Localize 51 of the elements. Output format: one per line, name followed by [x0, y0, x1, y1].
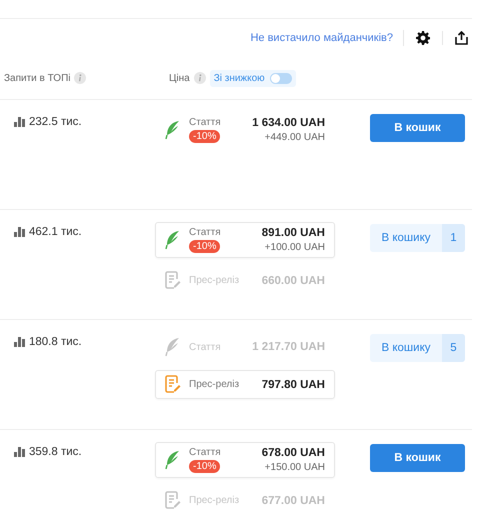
- add-to-cart-button[interactable]: В кошик: [370, 114, 465, 142]
- in-cart-button[interactable]: В кошику 1: [370, 224, 465, 252]
- offer-type-label: Стаття: [189, 117, 221, 128]
- discount-badge: -10%: [189, 460, 220, 473]
- document-pencil-icon: [165, 491, 181, 510]
- info-icon[interactable]: [74, 72, 86, 84]
- price-text: 797.80 UAH: [262, 378, 325, 390]
- discount-badge: -10%: [189, 240, 220, 253]
- queries-count: 180.8 тис.: [29, 336, 82, 348]
- document-pencil-icon: [165, 271, 181, 290]
- price-text: 891.00 UAH: [262, 227, 325, 239]
- bar-chart-icon: [14, 117, 26, 127]
- extra-price-text: +100.00 UAH: [264, 242, 325, 253]
- offer-type-label: Прес-реліз: [189, 495, 240, 506]
- offer-type-label: Прес-реліз: [189, 379, 240, 390]
- extra-price-text: +449.00 UAH: [264, 132, 325, 143]
- discount-badge: -10%: [189, 130, 220, 143]
- feather-icon: [165, 337, 181, 357]
- feather-icon: [165, 120, 181, 140]
- bar-chart-icon: [14, 227, 26, 237]
- price-text: 1 217.70 UAH: [252, 341, 325, 353]
- price-text: 677.00 UAH: [262, 494, 325, 506]
- offer-card[interactable]: Прес-реліз 797.80 UAH: [155, 370, 335, 399]
- bar-chart-icon: [14, 447, 26, 457]
- info-icon[interactable]: [194, 72, 206, 84]
- feather-icon: [165, 230, 181, 250]
- document-pencil-icon: [165, 375, 181, 394]
- queries-count: 359.8 тис.: [29, 446, 82, 458]
- add-to-cart-button[interactable]: В кошик: [370, 444, 465, 472]
- toggle-label: Зі знижкою: [214, 72, 265, 84]
- price-text: 660.00 UAH: [262, 274, 325, 286]
- offer-type-label: Стаття: [189, 227, 221, 238]
- extra-price-text: +150.00 UAH: [264, 462, 325, 473]
- offer-card[interactable]: Стаття -10% 678.00 UAH +150.00 UAH: [155, 442, 335, 478]
- bar-chart-icon: [14, 337, 26, 347]
- offer-type-label: Стаття: [189, 342, 221, 352]
- feather-icon: [165, 450, 181, 470]
- offer-type-label: Прес-реліз: [189, 275, 240, 286]
- queries-count: 462.1 тис.: [29, 226, 82, 238]
- price-text: 1 634.00 UAH: [252, 117, 325, 129]
- discount-toggle[interactable]: [270, 72, 292, 84]
- cart-count: 1: [442, 224, 465, 252]
- price-text: 678.00 UAH: [262, 447, 325, 459]
- cart-count: 5: [442, 334, 465, 362]
- missing-platforms-link[interactable]: Не вистачило майданчиків?: [250, 30, 404, 46]
- column-header: Запити в ТОПі: [4, 72, 70, 84]
- in-cart-button[interactable]: В кошику 5: [370, 334, 465, 362]
- offer-type-label: Стаття: [189, 447, 221, 458]
- column-header: Ціна: [169, 72, 190, 84]
- offer-card[interactable]: Стаття -10% 891.00 UAH +100.00 UAH: [155, 222, 335, 258]
- queries-count: 232.5 тис.: [29, 116, 82, 128]
